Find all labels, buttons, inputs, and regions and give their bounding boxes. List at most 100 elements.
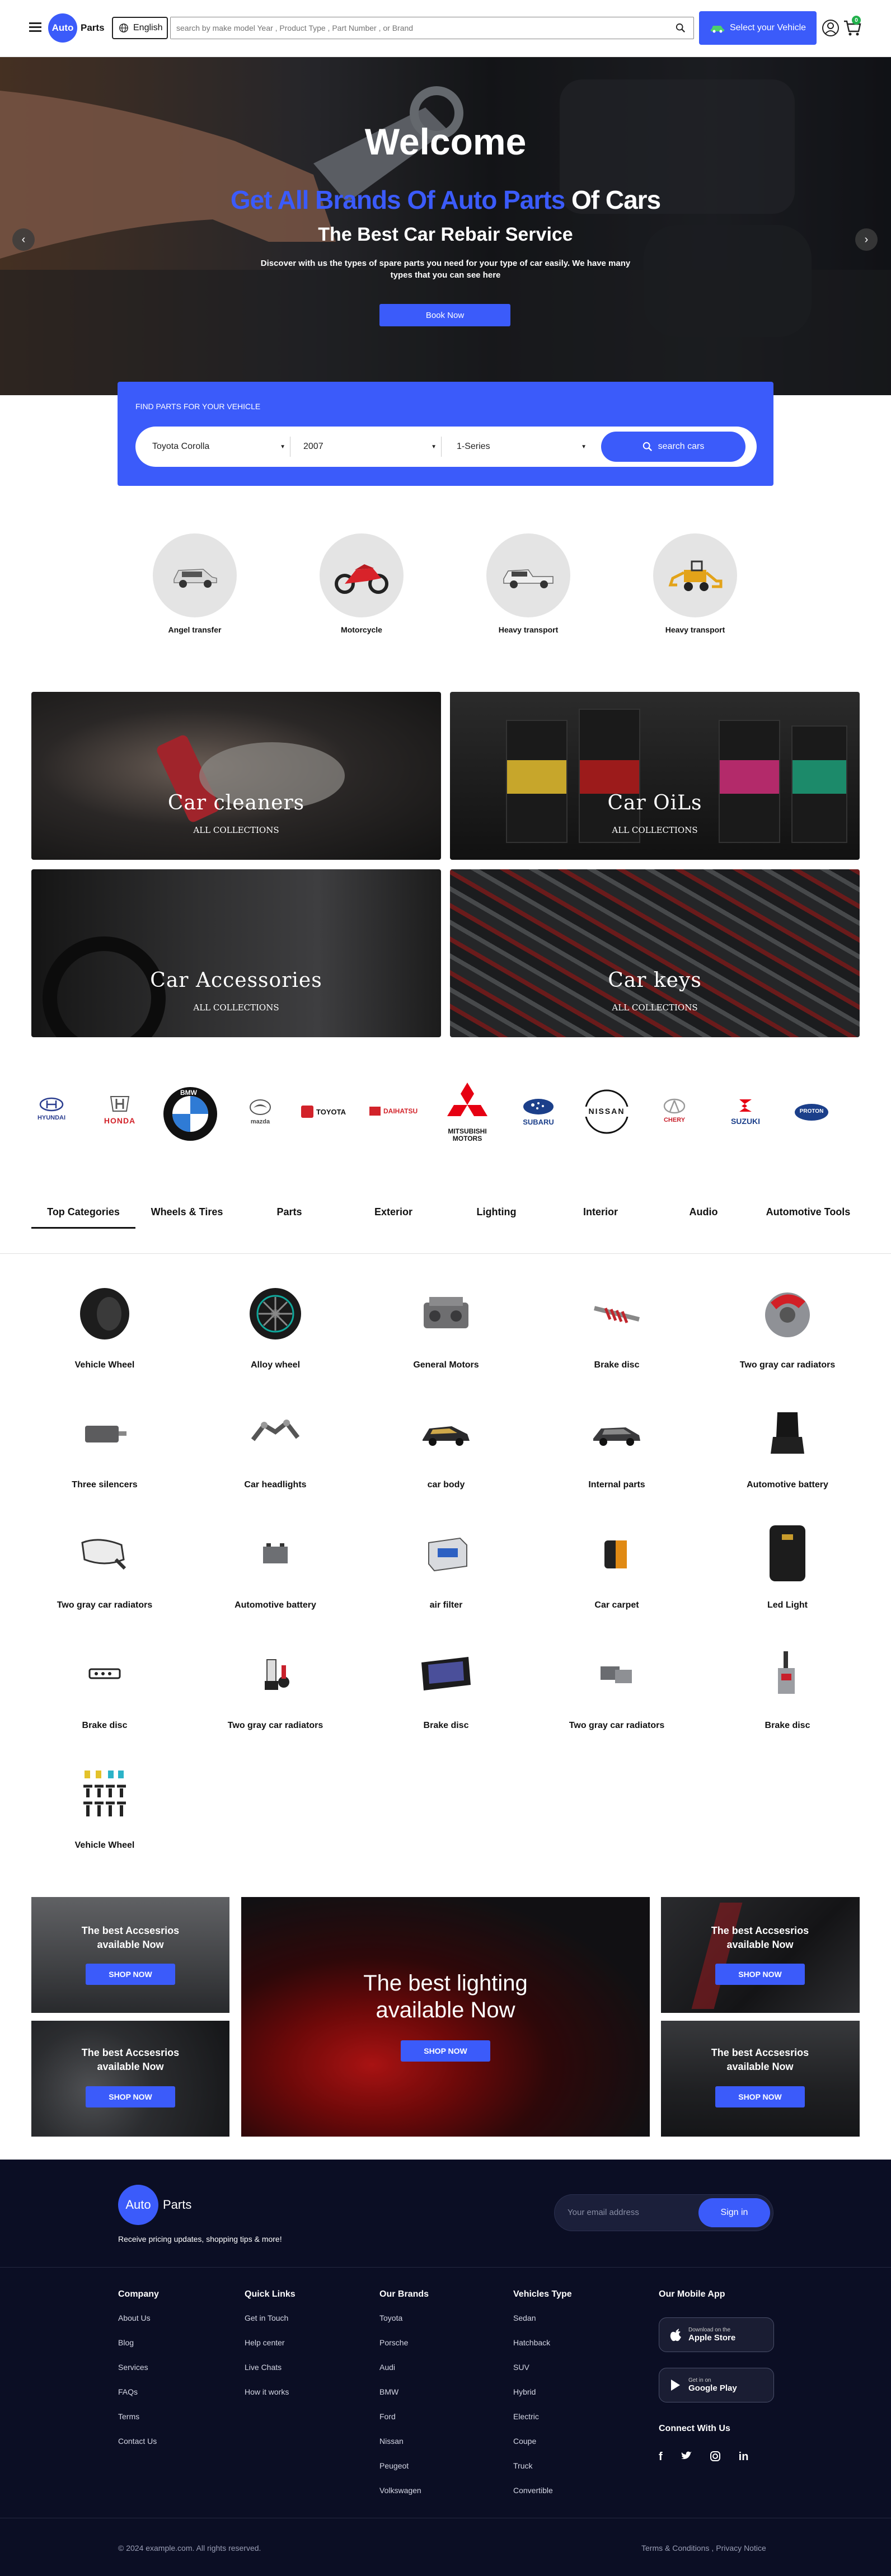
footer-link[interactable]: Truck <box>513 2461 553 2486</box>
hamburger-icon[interactable] <box>29 22 41 32</box>
category-item[interactable] <box>74 1766 135 1822</box>
email-input[interactable]: Your email address <box>568 2208 639 2217</box>
brand-logo-daihatsu[interactable]: DAIHATSU <box>369 1107 418 1116</box>
category-item[interactable] <box>586 1286 648 1342</box>
footer-link[interactable]: Nissan <box>379 2437 421 2461</box>
vehicle-type-item[interactable] <box>486 533 570 617</box>
brand-logo-honda[interactable]: HONDA <box>91 1094 149 1125</box>
category-item[interactable] <box>757 1646 818 1702</box>
footer-link[interactable]: Help center <box>245 2338 289 2363</box>
category-item[interactable] <box>586 1646 648 1702</box>
brand-logo-hyundai[interactable]: HYUNDAI <box>29 1097 74 1121</box>
category-item[interactable] <box>757 1525 818 1582</box>
footer-link[interactable]: FAQs <box>118 2387 157 2412</box>
tab-lighting[interactable]: Lighting <box>466 1206 527 1218</box>
category-item[interactable] <box>415 1646 477 1702</box>
footer-link[interactable]: Volkswagen <box>379 2486 421 2511</box>
category-item[interactable] <box>586 1406 648 1462</box>
shop-now-button[interactable]: SHOP NOW <box>401 2040 490 2062</box>
category-item[interactable] <box>74 1526 135 1582</box>
tab-audio[interactable]: Audio <box>673 1206 734 1218</box>
category-item[interactable] <box>245 1406 306 1462</box>
shop-now-button[interactable]: SHOP NOW <box>86 2086 175 2107</box>
footer-logo[interactable]: Auto Parts <box>118 2185 191 2225</box>
brand-logo-suzuki[interactable]: SUZUKI <box>718 1097 773 1126</box>
category-item[interactable] <box>586 1526 648 1582</box>
footer-link[interactable]: Convertible <box>513 2486 553 2511</box>
shop-now-button[interactable]: SHOP NOW <box>715 1964 805 1985</box>
vehicle-type-item[interactable] <box>153 533 237 617</box>
privacy-link[interactable]: Privacy Notice <box>716 2544 766 2552</box>
footer-link[interactable]: Sedan <box>513 2313 553 2338</box>
promo-card-lighting[interactable]: The best lighting available Now SHOP NOW <box>241 1897 650 2137</box>
footer-link[interactable]: Blog <box>118 2338 157 2363</box>
twitter-icon[interactable] <box>681 2451 692 2461</box>
footer-link[interactable]: Terms <box>118 2412 157 2437</box>
collection-card-car-cleaners[interactable]: Car cleaners ALL COLLECTIONS <box>31 692 441 860</box>
category-item[interactable] <box>245 1646 306 1702</box>
footer-link[interactable]: Peugeot <box>379 2461 421 2486</box>
footer-link[interactable]: Electric <box>513 2412 553 2437</box>
promo-card-accessories[interactable]: The best Accsesrios available Now SHOP N… <box>661 1897 860 2013</box>
promo-card-accessories[interactable]: The best Accsesrios available Now SHOP N… <box>31 2021 229 2137</box>
shop-now-button[interactable]: SHOP NOW <box>715 2086 805 2107</box>
sign-in-button[interactable]: Sign in <box>698 2198 770 2227</box>
google-play-button[interactable]: Get in on Google Play <box>659 2368 774 2402</box>
collection-card-car-oils[interactable]: Car OiLs ALL COLLECTIONS <box>450 692 860 860</box>
select-vehicle-button[interactable]: Select your Vehicle <box>699 11 817 45</box>
category-item[interactable] <box>74 1646 135 1702</box>
vehicle-type-item[interactable] <box>653 533 737 617</box>
year-dropdown[interactable]: 2007 ▼ <box>303 438 437 456</box>
promo-card-accessories[interactable]: The best Accsesrios available Now SHOP N… <box>661 2021 860 2137</box>
footer-link[interactable]: Services <box>118 2363 157 2387</box>
book-now-button[interactable]: Book Now <box>379 304 510 326</box>
apple-store-button[interactable]: Download on the Apple Store <box>659 2317 774 2352</box>
tab-parts[interactable]: Parts <box>259 1206 320 1218</box>
category-item[interactable] <box>757 1286 818 1342</box>
brand-logo-toyota[interactable]: TOYOTA <box>301 1106 346 1118</box>
footer-link[interactable]: Hybrid <box>513 2387 553 2412</box>
search-input[interactable] <box>171 17 663 39</box>
brand-logo-chery[interactable]: CHERY <box>649 1098 700 1123</box>
site-logo[interactable]: Auto Parts <box>48 13 105 43</box>
category-item[interactable] <box>245 1286 306 1342</box>
brand-logo-nissan[interactable]: NISSAN <box>580 1088 634 1138</box>
footer-link[interactable]: Contact Us <box>118 2437 157 2461</box>
footer-link[interactable]: Audi <box>379 2363 421 2387</box>
vehicle-type-item[interactable] <box>320 533 404 617</box>
category-item[interactable] <box>74 1286 135 1342</box>
brand-logo-mazda[interactable]: mazda <box>241 1099 280 1125</box>
footer-link[interactable]: Hatchback <box>513 2338 553 2363</box>
shop-now-button[interactable]: SHOP NOW <box>86 1964 175 1985</box>
facebook-icon[interactable]: f <box>659 2451 663 2463</box>
tab-interior[interactable]: Interior <box>570 1206 631 1218</box>
search-cars-button[interactable]: search cars <box>601 432 745 462</box>
category-item[interactable] <box>415 1526 477 1582</box>
footer-link[interactable]: Coupe <box>513 2437 553 2461</box>
category-item[interactable] <box>757 1406 818 1462</box>
tab-top-categories[interactable]: Top Categories <box>31 1206 135 1218</box>
footer-link[interactable]: Porsche <box>379 2338 421 2363</box>
brand-logo-mitsubishi[interactable]: MITSUBISHI MOTORS <box>437 1080 498 1142</box>
footer-link[interactable]: BMW <box>379 2387 421 2412</box>
tab-exterior[interactable]: Exterior <box>363 1206 424 1218</box>
terms-link[interactable]: Terms & Conditions <box>641 2544 709 2552</box>
footer-link[interactable]: Get in Touch <box>245 2313 289 2338</box>
brand-logo-proton[interactable]: PROTON <box>794 1103 829 1125</box>
category-item[interactable] <box>245 1526 306 1582</box>
brand-logo-bmw[interactable]: BMW <box>162 1086 218 1145</box>
collection-card-car-keys[interactable]: Car keys ALL COLLECTIONS <box>450 869 860 1037</box>
footer-link[interactable]: About Us <box>118 2313 157 2338</box>
user-icon[interactable] <box>822 19 840 37</box>
brand-logo-subaru[interactable]: SUBARU <box>509 1098 568 1126</box>
tab-wheels-tires[interactable]: Wheels & Tires <box>139 1206 235 1218</box>
footer-link[interactable]: Live Chats <box>245 2363 289 2387</box>
search-icon[interactable] <box>676 23 686 33</box>
collection-card-car-accessories[interactable]: Car Accessories ALL COLLECTIONS <box>31 869 441 1037</box>
promo-card-accessories[interactable]: The best Accsesrios available Now SHOP N… <box>31 1897 229 2013</box>
footer-link[interactable]: SUV <box>513 2363 553 2387</box>
category-item[interactable] <box>74 1406 135 1462</box>
linkedin-icon[interactable]: in <box>739 2451 749 2463</box>
tab-automotive-tools[interactable]: Automotive Tools <box>757 1206 860 1218</box>
category-item[interactable] <box>415 1406 477 1462</box>
